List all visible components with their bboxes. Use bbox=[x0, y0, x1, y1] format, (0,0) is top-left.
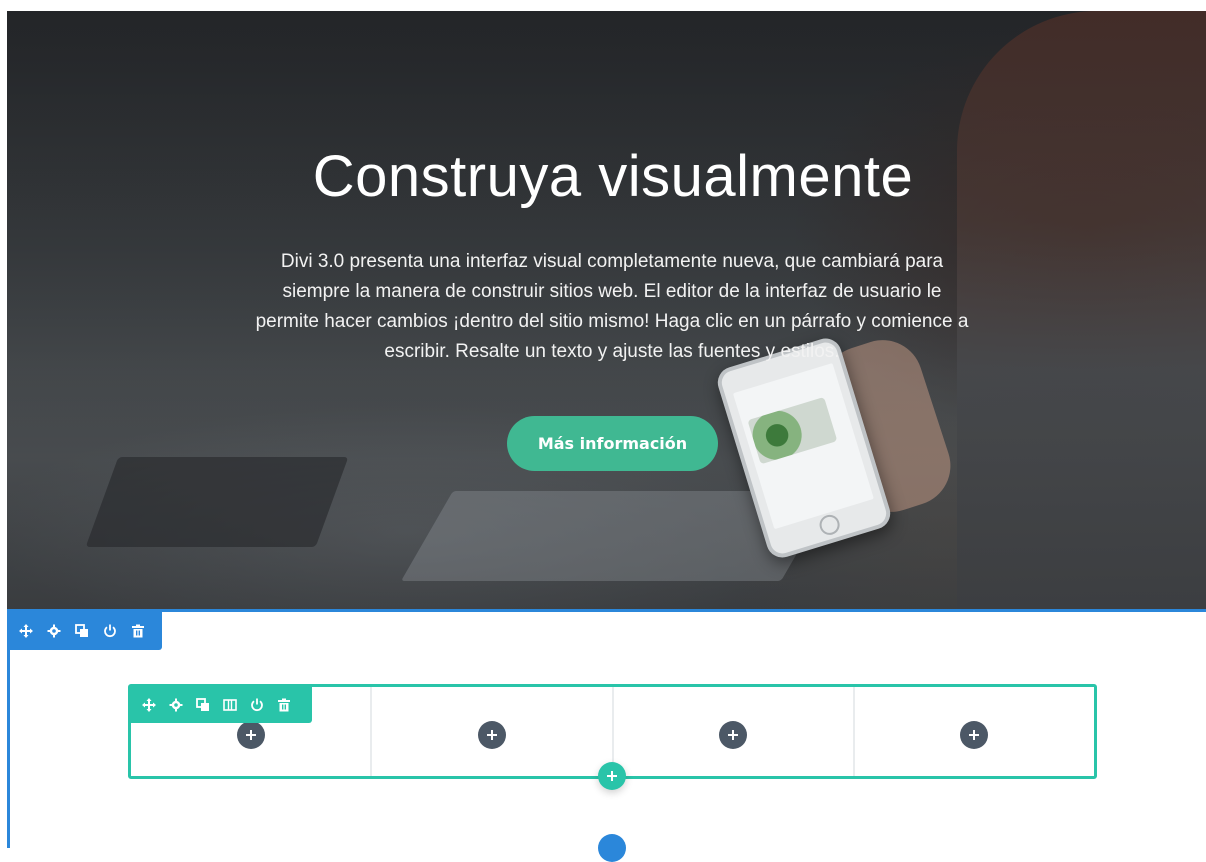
background-person bbox=[957, 11, 1206, 609]
add-module-button[interactable] bbox=[477, 721, 506, 749]
add-row-button[interactable] bbox=[598, 762, 626, 790]
toggle-icon[interactable] bbox=[103, 624, 117, 638]
row-column-3[interactable] bbox=[614, 687, 855, 776]
row-toolbar bbox=[130, 686, 312, 723]
plus-icon bbox=[245, 730, 256, 740]
duplicate-icon[interactable] bbox=[75, 624, 89, 638]
phone-home-button bbox=[817, 512, 843, 538]
toggle-icon[interactable] bbox=[250, 698, 264, 712]
plus-icon bbox=[486, 730, 497, 740]
add-section-button[interactable] bbox=[598, 834, 626, 862]
plus-icon bbox=[969, 730, 980, 740]
delete-icon[interactable] bbox=[277, 698, 291, 712]
move-icon[interactable] bbox=[142, 697, 156, 712]
duplicate-icon[interactable] bbox=[196, 697, 210, 712]
plus-icon bbox=[607, 771, 617, 781]
more-info-button[interactable]: Más información bbox=[507, 416, 718, 471]
plus-icon bbox=[728, 730, 739, 740]
move-icon[interactable] bbox=[19, 624, 33, 638]
columns-icon[interactable] bbox=[223, 698, 237, 712]
settings-icon[interactable] bbox=[169, 698, 183, 712]
phone-map bbox=[747, 396, 838, 465]
background-tablet bbox=[85, 457, 349, 547]
settings-icon[interactable] bbox=[47, 624, 61, 638]
section-toolbar bbox=[7, 612, 162, 650]
add-module-button[interactable] bbox=[719, 721, 748, 749]
row-column-2[interactable] bbox=[372, 687, 614, 776]
hero-title[interactable]: Construya visualmente bbox=[0, 143, 1206, 210]
phone-screen bbox=[732, 362, 874, 530]
delete-icon[interactable] bbox=[131, 624, 145, 638]
row-column-4[interactable] bbox=[855, 687, 1094, 776]
hero-body-text[interactable]: Divi 3.0 presenta una interfaz visual co… bbox=[253, 247, 971, 367]
add-module-button[interactable] bbox=[960, 721, 989, 749]
add-module-button[interactable] bbox=[236, 721, 265, 749]
